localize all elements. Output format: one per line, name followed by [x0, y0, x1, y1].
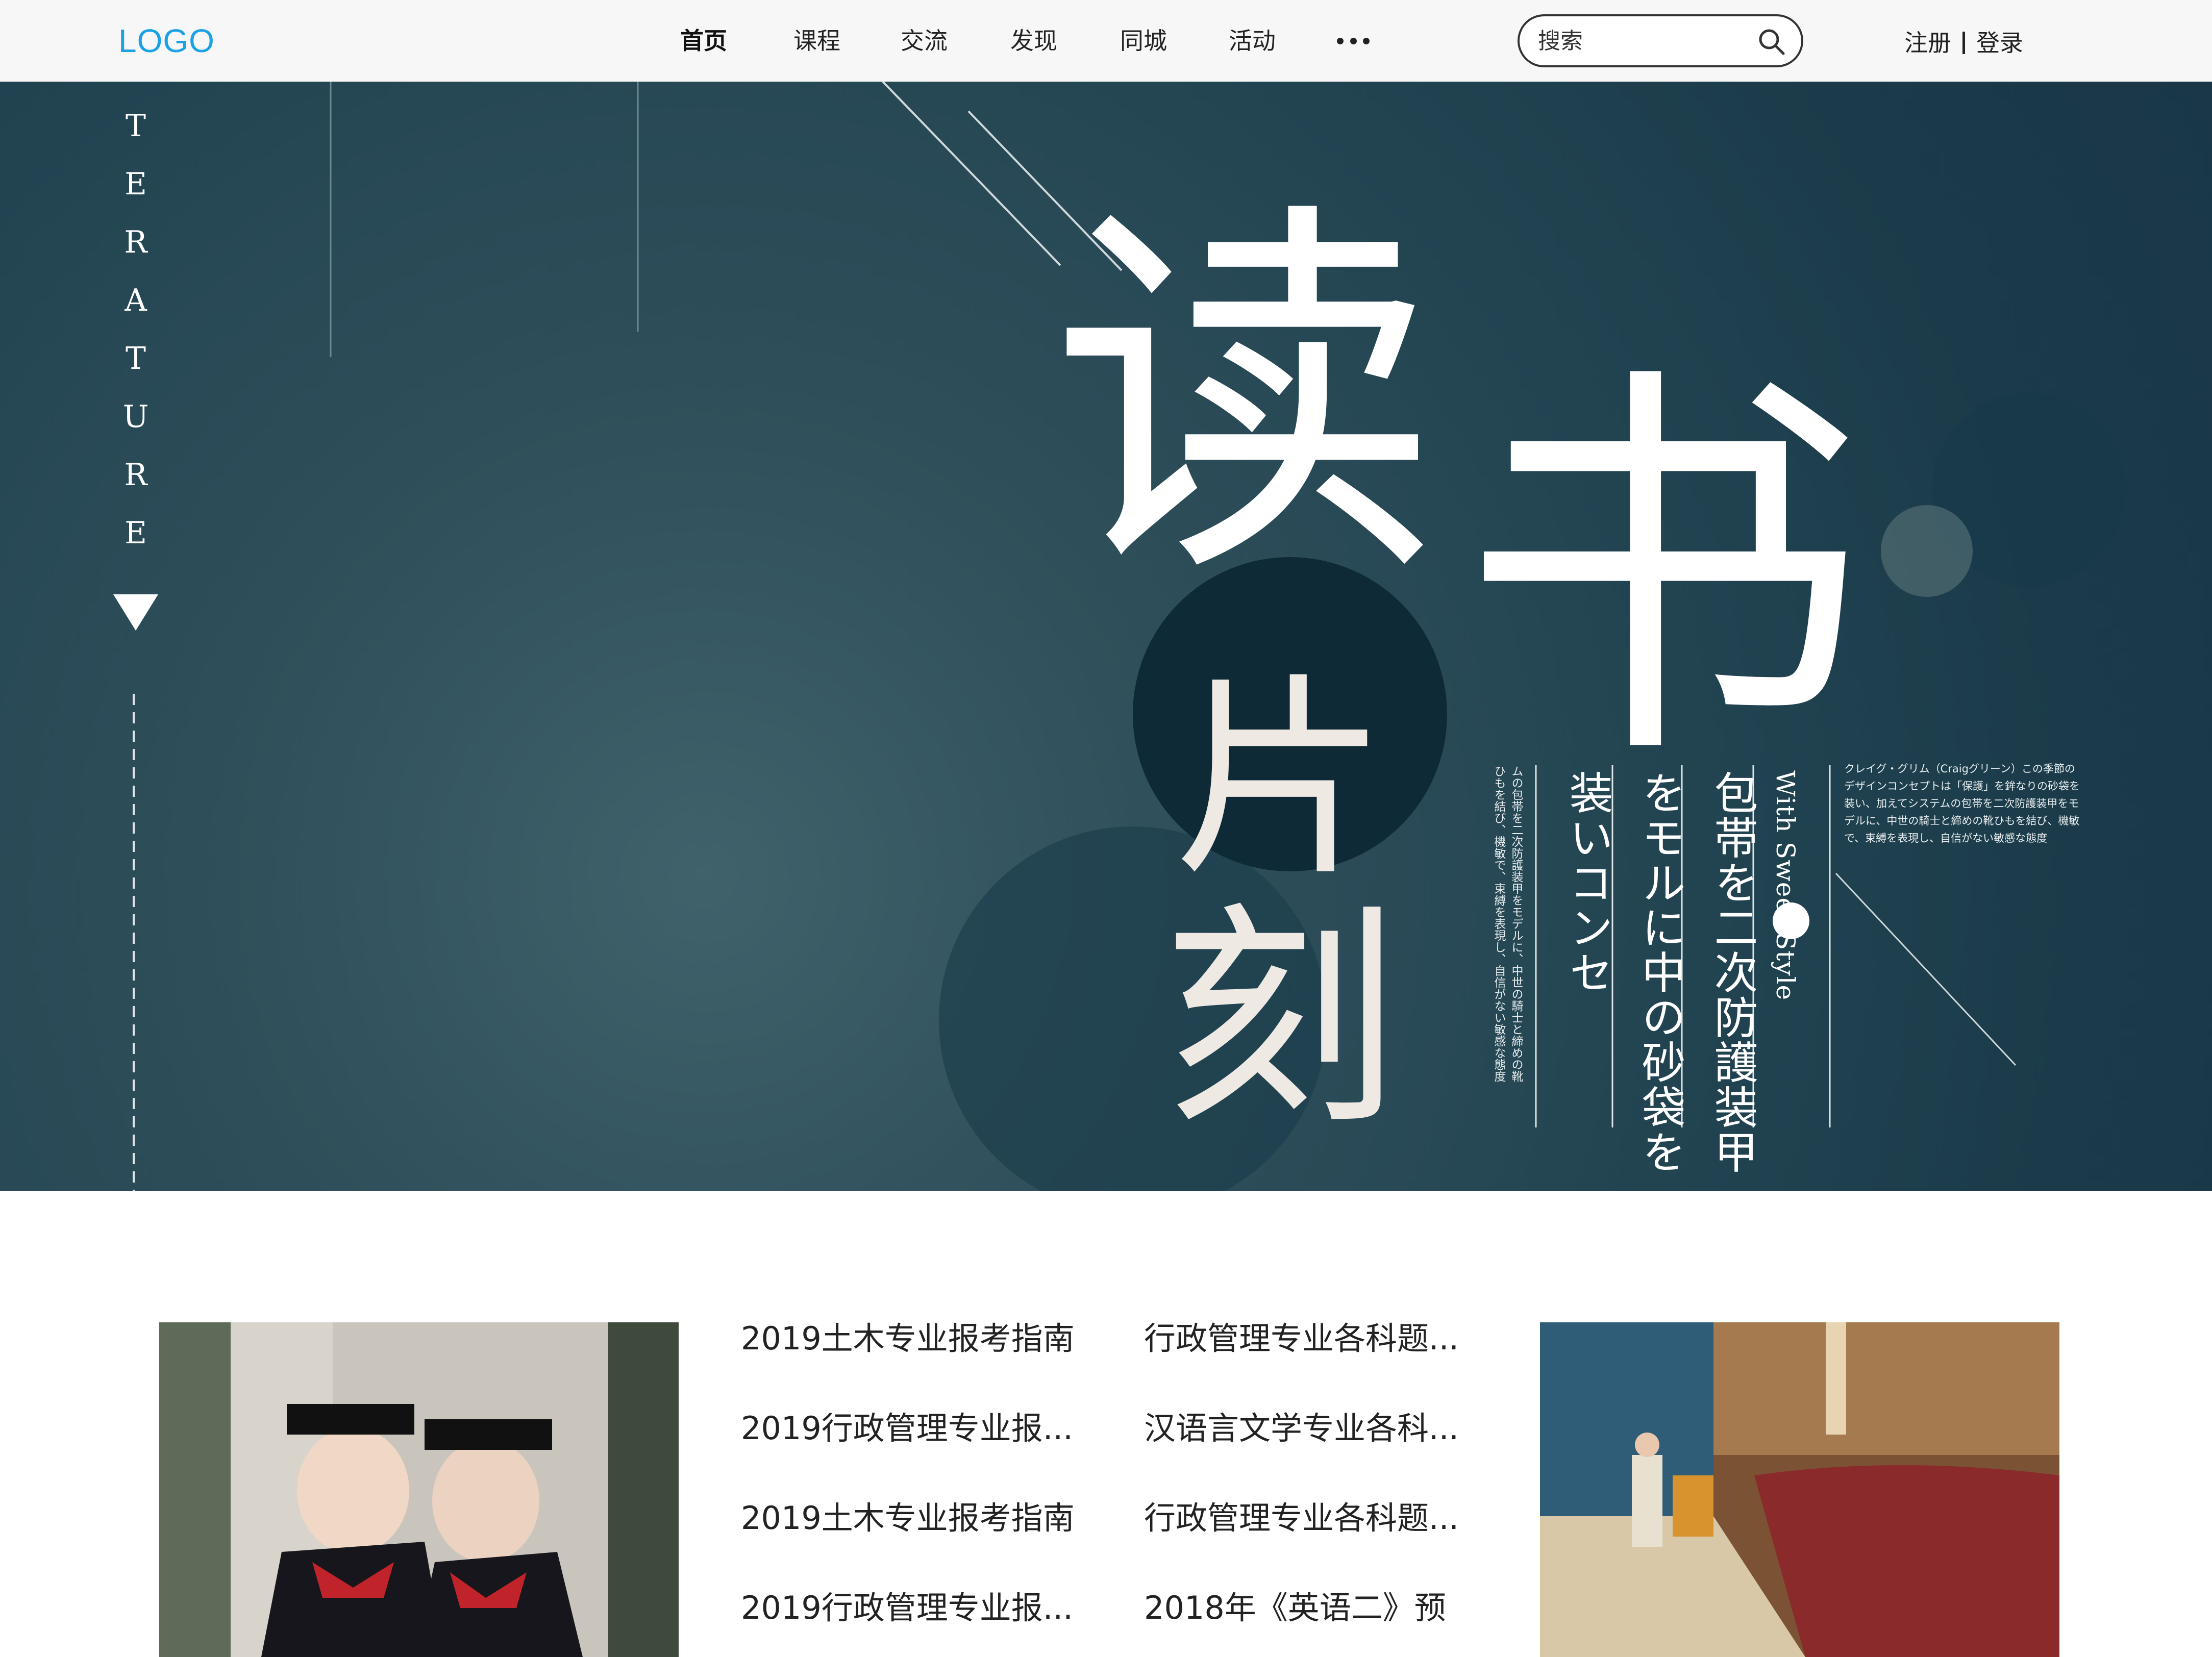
site-logo[interactable]: LOGO — [118, 20, 215, 61]
news-link[interactable]: 2019土木专业报考指南 — [741, 1494, 1075, 1543]
vertical-line-3: 装いコンセ — [1561, 770, 1612, 995]
headline-char-read: 读 — [1051, 172, 1439, 623]
hero-banner[interactable]: TERATURE 读 书 片 刻 With Sweet Style 包帯を二次防… — [0, 82, 2212, 1191]
graduates-illustration — [159, 1322, 679, 1657]
lecture-photo[interactable] — [1540, 1322, 2059, 1657]
decor-line-1 — [882, 82, 1061, 266]
news-link[interactable]: 2019行政管理专业报... — [741, 1584, 1073, 1633]
sweet-style-label: With Sweet Style — [1771, 770, 1800, 1001]
news-link[interactable]: 2018年《英语二》预 — [1144, 1584, 1446, 1633]
search-icon[interactable] — [1757, 28, 1786, 56]
triangle-icon — [113, 594, 158, 631]
headline-char-book: 书 — [1459, 334, 1868, 809]
nav-item-discover[interactable]: 发现 — [1010, 20, 1057, 61]
lecture-illustration — [1540, 1322, 2059, 1657]
auth-links: 注册 登录 — [1904, 20, 2023, 61]
divider — [1962, 31, 1965, 54]
graduates-photo[interactable] — [159, 1322, 679, 1657]
decor-line-3 — [1835, 872, 2017, 1066]
search-box — [1518, 14, 1803, 67]
register-link[interactable]: 注册 — [1904, 22, 1951, 63]
headline-char-moment: 刻 — [1163, 884, 1398, 1157]
nav-item-exchange[interactable]: 交流 — [901, 20, 948, 61]
nav-item-events[interactable]: 活动 — [1229, 20, 1276, 61]
news-link[interactable]: 2019行政管理专业报... — [741, 1404, 1073, 1453]
vertical-side-text: TERATURE — [122, 108, 149, 551]
nav-item-courses[interactable]: 课程 — [793, 20, 840, 61]
news-link[interactable]: 2019土木专业报考指南 — [741, 1314, 1075, 1363]
decor-circle-small — [1881, 505, 1973, 597]
nav-item-local[interactable]: 同城 — [1120, 20, 1167, 61]
login-link[interactable]: 登录 — [1976, 22, 2023, 63]
vertical-small-text: ムの包帯を二次防護装甲をモデルに、中世の騎士と締めの靴ひもを結び、機敏で、束縛を… — [1492, 765, 1523, 1082]
nav-item-home[interactable]: 首页 — [680, 20, 727, 61]
top-navigation-bar: LOGO 首页 课程 交流 发现 同城 活动 注册登录 — [0, 0, 2212, 83]
vertical-line-2: をモルに中の砂袋を — [1634, 770, 1685, 1174]
banner-side-paragraph: クレイグ・グリム（Craigグリーン）この季節のデザインコンセプトは「保護」を鉾… — [1844, 763, 2080, 844]
headline-char-piece: 片 — [1174, 656, 1388, 905]
vertical-line-1: 包帯を二次防護装甲 — [1706, 770, 1757, 1174]
search-input[interactable] — [1538, 24, 1742, 57]
news-link[interactable]: 汉语言文学专业各科... — [1144, 1404, 1459, 1453]
news-link[interactable]: 行政管理专业各科题... — [1144, 1314, 1459, 1363]
news-link[interactable]: 行政管理专业各科题... — [1144, 1494, 1459, 1543]
ellipsis-icon[interactable] — [1337, 20, 1370, 61]
